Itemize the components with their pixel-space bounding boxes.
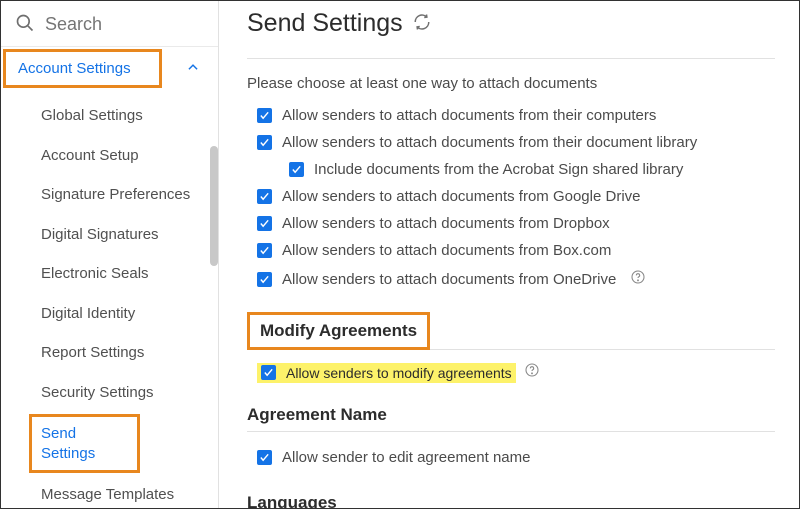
checkbox[interactable] bbox=[257, 189, 272, 204]
search-input[interactable] bbox=[45, 14, 204, 35]
search-row bbox=[1, 1, 218, 47]
attach-option: Allow senders to attach documents from t… bbox=[257, 129, 775, 156]
help-icon[interactable] bbox=[626, 269, 646, 289]
sidebar-item-global-settings[interactable]: Global Settings bbox=[1, 96, 218, 136]
page-title: Send Settings bbox=[247, 9, 403, 38]
attach-option-label: Allow senders to attach documents from G… bbox=[282, 188, 641, 205]
checkbox[interactable] bbox=[261, 365, 276, 380]
attach-option: Allow senders to attach documents from t… bbox=[257, 102, 775, 129]
sidebar-section-label: Account Settings bbox=[18, 60, 131, 77]
sidebar-item-report-settings[interactable]: Report Settings bbox=[1, 333, 218, 373]
checkbox[interactable] bbox=[257, 216, 272, 231]
attach-option: Allow senders to attach documents from B… bbox=[257, 237, 775, 264]
sidebar: Account Settings Global Settings Account… bbox=[1, 1, 219, 508]
sidebar-nav: Global Settings Account Setup Signature … bbox=[1, 90, 218, 508]
attach-option: Allow senders to attach documents from G… bbox=[257, 183, 775, 210]
sidebar-item-signature-preferences[interactable]: Signature Preferences bbox=[1, 175, 218, 215]
sidebar-item-electronic-seals[interactable]: Electronic Seals bbox=[1, 254, 218, 294]
agreement-name-option-label: Allow sender to edit agreement name bbox=[282, 449, 530, 466]
checkbox[interactable] bbox=[257, 135, 272, 150]
checkbox[interactable] bbox=[257, 272, 272, 287]
attach-intro: Please choose at least one way to attach… bbox=[247, 75, 775, 92]
modify-agreements-body: Allow senders to modify agreements bbox=[247, 350, 775, 383]
help-icon[interactable] bbox=[520, 365, 540, 381]
attach-option: Allow senders to attach documents from D… bbox=[257, 210, 775, 237]
main-content: Send Settings Please choose at least one… bbox=[219, 1, 799, 508]
attach-option-label: Allow senders to attach documents from O… bbox=[282, 271, 616, 288]
page-title-row: Send Settings bbox=[247, 5, 775, 59]
scrollbar-thumb[interactable] bbox=[210, 146, 218, 266]
modify-agreements-heading: Modify Agreements bbox=[247, 312, 430, 350]
modify-option-label: Allow senders to modify agreements bbox=[286, 365, 512, 381]
attach-option-label: Allow senders to attach documents from t… bbox=[282, 107, 656, 124]
refresh-icon[interactable] bbox=[413, 13, 431, 34]
sidebar-item-label: Signature Preferences bbox=[41, 186, 190, 203]
sidebar-item-label: Digital Identity bbox=[41, 305, 135, 322]
attach-option-sub: Include documents from the Acrobat Sign … bbox=[257, 156, 775, 183]
sidebar-item-label: Security Settings bbox=[41, 384, 154, 401]
checkbox[interactable] bbox=[257, 243, 272, 258]
sidebar-item-digital-identity[interactable]: Digital Identity bbox=[1, 294, 218, 334]
sidebar-item-label: Electronic Seals bbox=[41, 265, 149, 282]
sidebar-item-message-templates[interactable]: Message Templates bbox=[1, 475, 218, 508]
attach-option-label: Include documents from the Acrobat Sign … bbox=[314, 161, 683, 178]
checkbox[interactable] bbox=[289, 162, 304, 177]
agreement-name-option: Allow sender to edit agreement name bbox=[257, 444, 775, 471]
search-icon bbox=[15, 13, 35, 36]
sidebar-item-digital-signatures[interactable]: Digital Signatures bbox=[1, 215, 218, 255]
modify-option-row: Allow senders to modify agreements bbox=[257, 363, 516, 383]
attach-option-label: Allow senders to attach documents from B… bbox=[282, 242, 611, 259]
sidebar-item-label: Global Settings bbox=[41, 107, 143, 124]
agreement-name-heading: Agreement Name bbox=[247, 405, 775, 432]
sidebar-item-label: Account Setup bbox=[41, 147, 139, 164]
sidebar-item-label: Send Settings bbox=[41, 425, 95, 462]
attach-option-label: Allow senders to attach documents from t… bbox=[282, 134, 697, 151]
attach-options-list: Allow senders to attach documents from t… bbox=[247, 102, 775, 294]
languages-heading: Languages bbox=[247, 493, 775, 509]
sidebar-item-account-setup[interactable]: Account Setup bbox=[1, 136, 218, 176]
attach-option-label: Allow senders to attach documents from D… bbox=[282, 215, 610, 232]
agreement-name-body: Allow sender to edit agreement name bbox=[247, 432, 775, 471]
sidebar-section-account-settings[interactable]: Account Settings bbox=[3, 49, 162, 88]
checkbox[interactable] bbox=[257, 108, 272, 123]
sidebar-item-label: Report Settings bbox=[41, 344, 144, 361]
sidebar-item-label: Digital Signatures bbox=[41, 226, 159, 243]
attach-option: Allow senders to attach documents from O… bbox=[257, 264, 775, 294]
sidebar-item-label: Message Templates bbox=[41, 486, 174, 503]
sidebar-item-send-settings[interactable]: Send Settings bbox=[29, 414, 140, 473]
chevron-up-icon[interactable] bbox=[186, 60, 200, 77]
sidebar-item-security-settings[interactable]: Security Settings bbox=[1, 373, 218, 413]
checkbox[interactable] bbox=[257, 450, 272, 465]
